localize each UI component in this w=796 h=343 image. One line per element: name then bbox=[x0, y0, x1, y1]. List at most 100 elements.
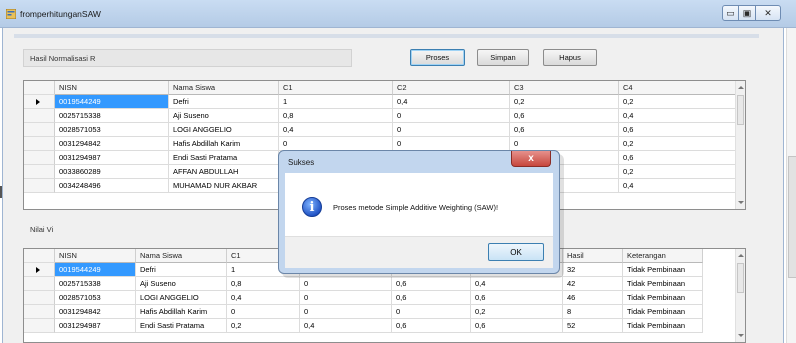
table-cell[interactable]: 0,4 bbox=[471, 277, 563, 291]
scroll-thumb[interactable] bbox=[737, 263, 744, 293]
table-cell[interactable]: 46 bbox=[563, 291, 623, 305]
table-cell[interactable]: 0,4 bbox=[619, 109, 736, 123]
table-cell[interactable]: 8 bbox=[563, 305, 623, 319]
grid-vertical-scrollbar[interactable] bbox=[735, 249, 745, 342]
table-cell[interactable]: 0 bbox=[393, 137, 510, 151]
table-cell[interactable]: 0,6 bbox=[619, 123, 736, 137]
table-cell[interactable]: 0,6 bbox=[392, 277, 471, 291]
table-cell[interactable]: 0,2 bbox=[471, 305, 563, 319]
table-cell[interactable]: 0028571053 bbox=[55, 291, 136, 305]
table-cell[interactable]: 0033860289 bbox=[55, 165, 169, 179]
table-row[interactable]: 0028571053 LOGI ANGGELIO 0,4 0 0,6 0,6 46 Tidak… bbox=[24, 291, 745, 305]
table-cell[interactable]: 32 bbox=[563, 263, 623, 277]
table-cell[interactable]: MUHAMAD NUR AKBAR bbox=[169, 179, 279, 193]
window-titlebar[interactable]: fromperhitunganSAW ▭ ▣ ✕ bbox=[0, 0, 796, 28]
table-cell[interactable]: 0,4 bbox=[279, 123, 393, 137]
table-cell[interactable]: 0 bbox=[393, 123, 510, 137]
scroll-up-icon[interactable] bbox=[738, 254, 744, 257]
row-header[interactable] bbox=[24, 291, 55, 305]
row-header[interactable] bbox=[24, 319, 55, 333]
table-cell[interactable]: 0028571053 bbox=[55, 123, 169, 137]
table-cell[interactable]: 0,4 bbox=[393, 95, 510, 109]
table-cell[interactable]: 0,2 bbox=[619, 137, 736, 151]
scroll-down-icon[interactable] bbox=[738, 334, 744, 337]
table-cell[interactable]: 0,2 bbox=[510, 95, 619, 109]
table-cell[interactable]: Defri bbox=[169, 95, 279, 109]
row-header[interactable] bbox=[24, 137, 55, 151]
table-cell[interactable]: 0,2 bbox=[619, 165, 736, 179]
minimize-button[interactable]: ▭ bbox=[722, 5, 739, 21]
table-cell[interactable]: 0,6 bbox=[471, 319, 563, 333]
table-cell[interactable]: 0019544249 bbox=[55, 95, 169, 109]
table-cell[interactable]: 0,6 bbox=[392, 319, 471, 333]
table-cell[interactable]: Hafis Abdillah Karim bbox=[136, 305, 227, 319]
row-header[interactable] bbox=[24, 305, 55, 319]
table-cell[interactable]: AFFAN ABDULLAH bbox=[169, 165, 279, 179]
table-cell[interactable]: 0031294987 bbox=[55, 319, 136, 333]
row-header[interactable] bbox=[24, 151, 55, 165]
table-cell[interactable]: 0019544249 bbox=[55, 263, 136, 277]
column-header[interactable]: Nama Siswa bbox=[136, 249, 227, 263]
table-cell[interactable]: Tidak Pembinaan bbox=[623, 277, 703, 291]
maximize-button[interactable]: ▣ bbox=[739, 5, 756, 21]
table-cell[interactable]: 0,6 bbox=[510, 123, 619, 137]
column-header[interactable]: C4 bbox=[619, 81, 736, 95]
close-window-button[interactable]: ✕ bbox=[756, 5, 781, 21]
table-row[interactable]: 0025715338 Aji Suseno 0,8 0 0,6 0,4 bbox=[24, 109, 745, 123]
table-row[interactable]: 0019544249 Defri 1 0,4 0,2 0,2 bbox=[24, 95, 745, 109]
row-header[interactable] bbox=[24, 179, 55, 193]
column-header[interactable]: Nama Siswa bbox=[169, 81, 279, 95]
proses-button[interactable]: Proses bbox=[410, 49, 465, 66]
table-cell[interactable]: Tidak Pembinaan bbox=[623, 305, 703, 319]
table-cell[interactable]: Endi Sasti Pratama bbox=[169, 151, 279, 165]
scroll-thumb[interactable] bbox=[737, 95, 744, 125]
table-cell[interactable]: 0 bbox=[279, 137, 393, 151]
table-cell[interactable]: 0025715338 bbox=[55, 277, 136, 291]
table-cell[interactable]: 0 bbox=[300, 291, 392, 305]
table-cell[interactable]: 42 bbox=[563, 277, 623, 291]
table-cell[interactable]: 0,4 bbox=[300, 319, 392, 333]
ok-button[interactable]: OK bbox=[488, 243, 544, 261]
scroll-up-icon[interactable] bbox=[738, 86, 744, 89]
table-cell[interactable]: 52 bbox=[563, 319, 623, 333]
table-cell[interactable]: 0,2 bbox=[227, 319, 300, 333]
table-cell[interactable]: 0031294987 bbox=[55, 151, 169, 165]
column-header[interactable]: Hasil bbox=[563, 249, 623, 263]
table-cell[interactable]: Defri bbox=[136, 263, 227, 277]
table-row[interactable]: 0031294842 Hafis Abdillah Karim 0 0 0 0,2 bbox=[24, 137, 745, 151]
table-cell[interactable]: 0 bbox=[300, 277, 392, 291]
table-cell[interactable]: 0 bbox=[510, 137, 619, 151]
table-cell[interactable]: Tidak Pembinaan bbox=[623, 319, 703, 333]
scroll-thumb[interactable] bbox=[788, 156, 796, 278]
table-cell[interactable]: 0,6 bbox=[471, 291, 563, 305]
table-cell[interactable]: 0034248496 bbox=[55, 179, 169, 193]
column-header[interactable]: Keterangan bbox=[623, 249, 703, 263]
table-cell[interactable]: LOGI ANGGELIO bbox=[136, 291, 227, 305]
table-cell[interactable]: 0031294842 bbox=[55, 137, 169, 151]
table-cell[interactable]: 0,4 bbox=[227, 291, 300, 305]
row-header[interactable] bbox=[24, 95, 55, 109]
row-header[interactable] bbox=[24, 123, 55, 137]
table-cell[interactable]: 0,8 bbox=[279, 109, 393, 123]
hapus-button[interactable]: Hapus bbox=[543, 49, 597, 66]
table-cell[interactable]: Endi Sasti Pratama bbox=[136, 319, 227, 333]
column-header[interactable]: C1 bbox=[279, 81, 393, 95]
column-header[interactable]: C2 bbox=[393, 81, 510, 95]
table-cell[interactable]: Aji Suseno bbox=[136, 277, 227, 291]
column-header[interactable]: NISN bbox=[55, 249, 136, 263]
table-cell[interactable]: 0,6 bbox=[392, 291, 471, 305]
form-vertical-scrollbar[interactable] bbox=[786, 28, 796, 343]
row-header[interactable] bbox=[24, 277, 55, 291]
row-header[interactable] bbox=[24, 165, 55, 179]
dialog-close-button[interactable]: x bbox=[511, 151, 551, 167]
table-row[interactable]: 0028571053 LOGI ANGGELIO 0,4 0 0,6 0,6 bbox=[24, 123, 745, 137]
table-cell[interactable]: Tidak Pembinaan bbox=[623, 263, 703, 277]
table-cell[interactable]: 0,6 bbox=[619, 151, 736, 165]
table-cell[interactable]: 0,6 bbox=[510, 109, 619, 123]
table-cell[interactable]: 0,2 bbox=[619, 95, 736, 109]
table-cell[interactable]: LOGI ANGGELIO bbox=[169, 123, 279, 137]
scroll-down-icon[interactable] bbox=[738, 201, 744, 204]
table-cell[interactable]: 0031294842 bbox=[55, 305, 136, 319]
simpan-button[interactable]: Simpan bbox=[477, 49, 529, 66]
table-row[interactable]: 0025715338 Aji Suseno 0,8 0 0,6 0,4 42 Tidak Pe… bbox=[24, 277, 745, 291]
